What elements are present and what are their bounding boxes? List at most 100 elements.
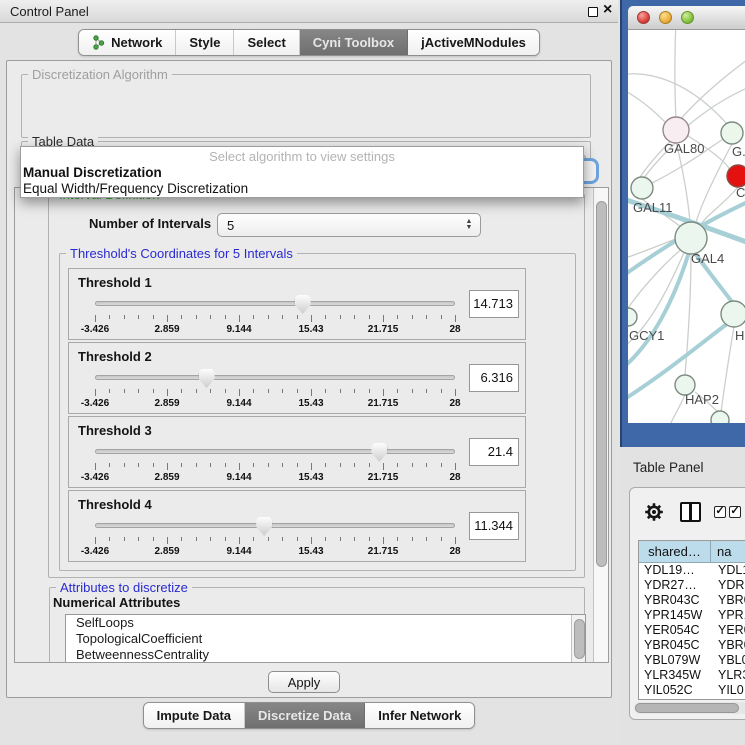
threshold-slider[interactable]: -3.4262.8599.14415.4321.71528 — [95, 491, 455, 563]
slider-thumb[interactable] — [371, 443, 387, 462]
tab-select[interactable]: Select — [234, 30, 299, 55]
zoom-traffic-light-icon[interactable] — [681, 11, 694, 24]
table-cell[interactable]: YDR2 — [711, 578, 745, 593]
number-of-intervals-combobox[interactable]: 5 ▲▼ — [217, 213, 481, 237]
table-cell[interactable]: YPR145W — [639, 608, 711, 623]
table-row[interactable]: YER054CYER0 — [639, 623, 745, 638]
slider-track[interactable] — [95, 301, 455, 306]
apply-button[interactable]: Apply — [268, 671, 340, 693]
table-cell[interactable]: YBR0 — [711, 593, 745, 608]
table-cell[interactable]: YIL052C — [639, 683, 711, 698]
column-header-shared-name[interactable]: shared… — [639, 541, 711, 563]
node-gal11[interactable] — [631, 177, 653, 199]
table-cell[interactable]: YDL1 — [711, 563, 745, 578]
table-row[interactable]: YBR043CYBR0 — [639, 593, 745, 608]
numerical-attributes-list[interactable]: SelfLoopsTopologicalCoefficientBetweenne… — [65, 614, 586, 663]
table-row[interactable]: YLR345WYLR3 — [639, 668, 745, 683]
node-label: HAP2 — [685, 392, 719, 407]
checkbox-icon[interactable] — [729, 506, 741, 518]
scrollbar-thumb[interactable] — [574, 619, 585, 659]
table-row[interactable]: YBR045CYBR0 — [639, 638, 745, 653]
attribute-list-item[interactable]: SelfLoops — [66, 615, 585, 631]
table-cell[interactable]: YBR045C — [639, 638, 711, 653]
table-cell[interactable]: YBL079W — [639, 653, 711, 668]
table-row[interactable]: YDR27…YDR2 — [639, 578, 745, 593]
node-gal80[interactable] — [663, 117, 689, 143]
slider-thumb[interactable] — [295, 295, 311, 314]
table-cell[interactable]: YLR3 — [711, 668, 745, 683]
table-cell[interactable]: YER0 — [711, 623, 745, 638]
threshold-rows: Threshold 1 -3.4262.8599.14415.4321.7152… — [68, 268, 526, 564]
algorithm-combo-focus-ring[interactable] — [584, 158, 599, 184]
table-row[interactable]: YPR145WYPR1 — [639, 608, 745, 623]
tab-network[interactable]: Network — [79, 30, 176, 55]
attributes-list-scrollbar[interactable] — [571, 615, 585, 663]
settings-vertical-scrollbar[interactable] — [593, 188, 608, 662]
table-row[interactable]: YIL052CYIL0 — [639, 683, 745, 698]
cyni-toolbox-panel: Discretization Algorithm Select algorith… — [6, 60, 612, 698]
algorithm-option-manual[interactable]: Manual Discretization — [21, 165, 583, 181]
network-window-titlebar[interactable] — [628, 6, 745, 30]
threshold-slider[interactable]: -3.4262.8599.14415.4321.71528 — [95, 343, 455, 415]
settings-scrollpane: Interval Definition Number of Intervals … — [14, 187, 609, 663]
network-canvas[interactable]: GAL80 G. C GAL11 GAL4 GCY1 H HAP2 — [628, 30, 745, 423]
algorithm-placeholder-option[interactable]: Select algorithm to view settings — [21, 149, 583, 165]
threshold-slider-row: Threshold 2 -3.4262.8599.14415.4321.7152… — [68, 342, 526, 414]
threshold-value-field[interactable]: 21.4 — [469, 438, 519, 466]
slider-tick-marks — [95, 463, 455, 471]
threshold-value-field[interactable]: 6.316 — [469, 364, 519, 392]
tab-infer-network[interactable]: Infer Network — [365, 703, 474, 728]
slider-thumb[interactable] — [256, 517, 272, 536]
slider-thumb[interactable] — [199, 369, 215, 388]
table-cell[interactable]: YDL19… — [639, 563, 711, 578]
node[interactable] — [711, 411, 729, 423]
table-cell[interactable]: YLR345W — [639, 668, 711, 683]
node-gal4[interactable] — [675, 222, 707, 254]
slider-track[interactable] — [95, 523, 455, 528]
float-panel-icon[interactable] — [588, 7, 598, 17]
table-cell[interactable]: YBR0 — [711, 638, 745, 653]
table-cell[interactable]: YIL0 — [711, 683, 745, 698]
slider-scale-label: 9.144 — [226, 324, 251, 335]
table-row[interactable]: YBL079WYBL0 — [639, 653, 745, 668]
scrollbar-thumb[interactable] — [635, 703, 739, 713]
attribute-list-item[interactable]: BetweennessCentrality — [66, 647, 585, 663]
threshold-slider[interactable]: -3.4262.8599.14415.4321.71528 — [95, 417, 455, 489]
checkbox-icon[interactable] — [714, 506, 726, 518]
table-cell[interactable]: YBR043C — [639, 593, 711, 608]
table-cell[interactable]: YDR27… — [639, 578, 711, 593]
node[interactable] — [721, 301, 745, 327]
slider-track[interactable] — [95, 375, 455, 380]
threshold-value-field[interactable]: 11.344 — [469, 512, 519, 540]
tab-style[interactable]: Style — [176, 30, 234, 55]
table-cell[interactable]: YPR1 — [711, 608, 745, 623]
slider-scale-labels: -3.4262.8599.14415.4321.71528 — [95, 546, 455, 558]
tab-cyni-toolbox[interactable]: Cyni Toolbox — [300, 30, 408, 55]
column-header-name[interactable]: na — [711, 541, 745, 563]
attribute-list-item[interactable]: TopologicalCoefficient — [66, 631, 585, 647]
node-selected-red[interactable] — [727, 165, 745, 187]
algorithm-option-equal-width[interactable]: Equal Width/Frequency Discretization — [21, 181, 583, 197]
close-traffic-light-icon[interactable] — [637, 11, 650, 24]
tab-impute-data[interactable]: Impute Data — [144, 703, 245, 728]
split-panel-icon[interactable] — [680, 502, 701, 522]
slider-scale-label: -3.426 — [81, 546, 109, 557]
threshold-slider[interactable]: -3.4262.8599.14415.4321.71528 — [95, 269, 455, 341]
threshold-slider-row: Threshold 3 -3.4262.8599.14415.4321.7152… — [68, 416, 526, 488]
gear-icon[interactable] — [643, 501, 665, 528]
table-cell[interactable]: YBL0 — [711, 653, 745, 668]
node[interactable] — [721, 122, 743, 144]
table-horizontal-scrollbar[interactable] — [634, 702, 745, 714]
scrollbar-thumb[interactable] — [596, 201, 607, 567]
threshold-value-field[interactable]: 14.713 — [469, 290, 519, 318]
close-panel-icon[interactable]: × — [603, 1, 612, 19]
slider-track[interactable] — [95, 449, 455, 454]
node-gcy1[interactable] — [628, 308, 637, 326]
tab-jactivemnodules[interactable]: jActiveMNodules — [408, 30, 539, 55]
table-row[interactable]: YDL19…YDL1 — [639, 563, 745, 578]
tab-label: Discretize Data — [258, 708, 351, 723]
tab-discretize-data[interactable]: Discretize Data — [245, 703, 365, 728]
table-cell[interactable]: YER054C — [639, 623, 711, 638]
table-header-row: shared… na — [639, 541, 745, 563]
minimize-traffic-light-icon[interactable] — [659, 11, 672, 24]
